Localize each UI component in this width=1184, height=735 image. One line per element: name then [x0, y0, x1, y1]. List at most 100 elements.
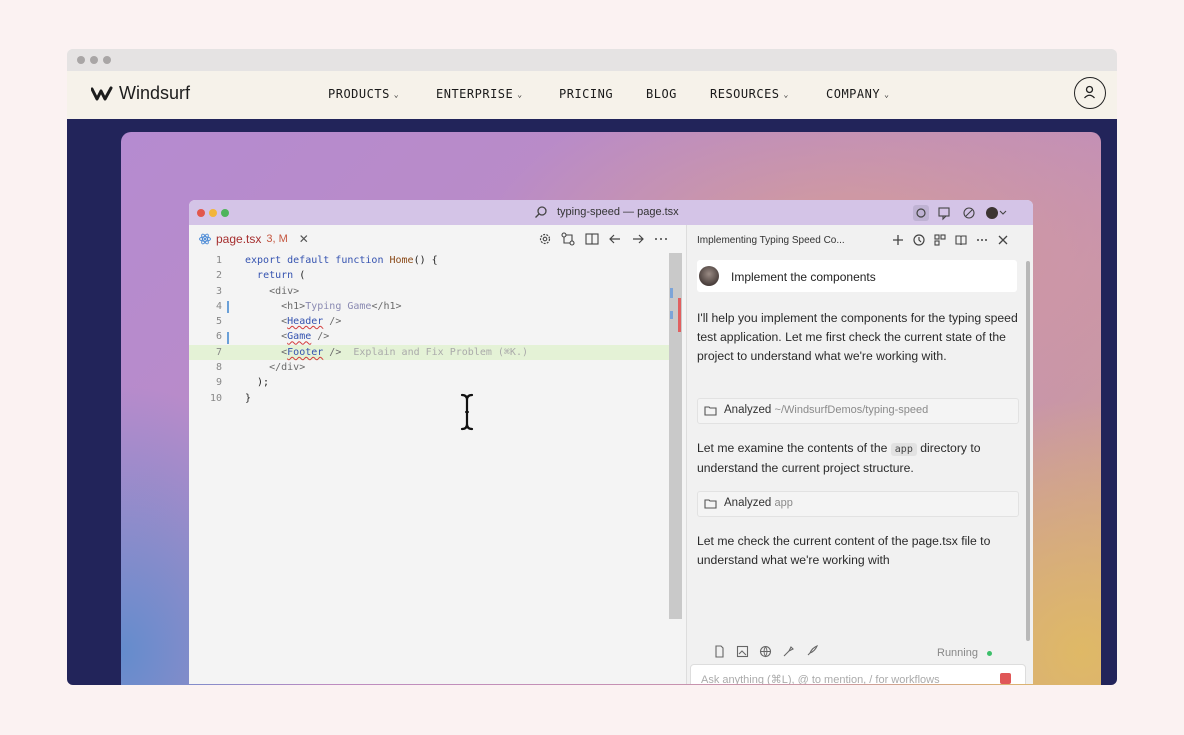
tab-status: 3, M	[266, 233, 288, 245]
gear-icon[interactable]	[537, 231, 553, 247]
brand-name: Windsurf	[119, 83, 191, 103]
chat-toggle-icon[interactable]	[937, 205, 953, 221]
maximize-dot[interactable]	[221, 209, 229, 217]
code-line: 10}	[209, 392, 252, 404]
avatar	[699, 266, 719, 286]
ide-titlebar: typing-speed — page.tsx	[189, 200, 1033, 225]
tool-path: app	[774, 497, 793, 509]
gutter-change-marker	[227, 301, 229, 313]
gutter-change-marker	[227, 332, 229, 344]
editor-tab[interactable]: page.tsx 3, M ✕	[199, 232, 309, 246]
image-icon[interactable]	[736, 645, 749, 658]
hero-section: typing-speed — page.tsx page.tsx 3, M ✕ …	[67, 119, 1117, 685]
account-button[interactable]	[1074, 77, 1106, 109]
extensions-icon[interactable]	[933, 233, 947, 247]
user-message: Implement the components	[697, 260, 1017, 292]
status-indicator	[987, 651, 992, 656]
close-icon[interactable]	[996, 233, 1010, 247]
status-text: Running	[937, 647, 978, 659]
assistant-reply: I'll help you implement the components f…	[697, 311, 1018, 363]
inline-hint[interactable]: Explain and Fix Problem (⌘K.)	[353, 347, 528, 358]
stop-button[interactable]	[1000, 673, 1011, 684]
nav-resources[interactable]: RESOURCES ⌄	[710, 87, 789, 101]
ide-window-title: typing-speed — page.tsx	[557, 206, 679, 218]
chat-toolbar	[713, 645, 818, 658]
code-line-highlighted: 7 <Footer /> Explain and Fix Problem (⌘K…	[189, 344, 669, 361]
logo[interactable]: Windsurf	[91, 83, 190, 104]
code-line: 6 <Game />	[215, 331, 330, 343]
folder-search-icon	[704, 499, 717, 509]
react-file-icon	[199, 233, 211, 245]
code-line: 9 );	[215, 377, 270, 389]
chat-input-box[interactable]	[690, 664, 1026, 684]
chat-title: Implementing Typing Speed Co...	[697, 235, 845, 246]
rocket-icon[interactable]	[805, 645, 818, 658]
browser-chrome	[67, 49, 1117, 71]
code-line: 1 export default function Home() {	[215, 255, 438, 266]
nav-pricing[interactable]: PRICING	[559, 87, 613, 101]
tab-filename: page.tsx	[216, 232, 262, 246]
more-icon[interactable]	[653, 231, 669, 247]
arrow-right-icon[interactable]	[630, 231, 646, 247]
tool-label: Analyzed	[724, 497, 772, 509]
history-icon[interactable]	[912, 233, 926, 247]
inline-code: app	[890, 443, 917, 456]
scrollbar-marker	[670, 288, 673, 298]
chat-panel: Implementing Typing Speed Co... Implemen…	[686, 225, 1033, 684]
window-dot[interactable]	[90, 56, 98, 64]
chevron-down-icon: ⌄	[783, 90, 789, 99]
tool-path: ~/WindsurfDemos/typing-speed	[774, 404, 929, 416]
window-dot[interactable]	[103, 56, 111, 64]
search-icon[interactable]	[534, 205, 548, 219]
code-line: 4 <h1>Typing Game</h1>	[215, 300, 402, 312]
plus-icon[interactable]	[891, 233, 905, 247]
minimize-dot[interactable]	[209, 209, 217, 217]
user-message-text: Implement the components	[731, 270, 876, 284]
profile-avatar-icon[interactable]	[985, 205, 1009, 221]
chat-header: Implementing Typing Speed Co...	[687, 225, 1033, 255]
tools-icon[interactable]	[782, 645, 795, 658]
windsurf-settings-icon[interactable]	[913, 205, 929, 221]
sync-icon[interactable]	[961, 205, 977, 221]
split-editor-icon[interactable]	[584, 231, 600, 247]
chat-input[interactable]	[699, 673, 993, 684]
code-editor[interactable]: page.tsx 3, M ✕ 1 export default functio…	[189, 225, 682, 684]
code-line: 2 return (	[215, 270, 306, 282]
ide-window: typing-speed — page.tsx page.tsx 3, M ✕ …	[189, 200, 1033, 684]
scrollbar-error-marker	[678, 298, 681, 332]
code-line: 8 </div>	[215, 362, 306, 374]
tool-call-analyzed[interactable]: Analyzed app	[697, 491, 1019, 517]
user-icon	[1084, 85, 1095, 99]
scrollbar-marker	[670, 311, 673, 319]
more-icon[interactable]	[975, 233, 989, 247]
chevron-down-icon: ⌄	[393, 90, 400, 99]
assistant-reply: Let me check the current content of the …	[697, 534, 991, 567]
book-icon[interactable]	[954, 233, 968, 247]
nav-blog[interactable]: BLOG	[646, 87, 677, 101]
site-nav: Windsurf PRODUCTS ⌄ ENTERPRISE ⌄ PRICING B…	[67, 71, 1117, 119]
window-dot[interactable]	[77, 56, 85, 64]
nav-enterprise[interactable]: ENTERPRISE ⌄	[436, 87, 523, 101]
editor-tabbar: page.tsx 3, M ✕	[189, 225, 682, 251]
globe-icon[interactable]	[759, 645, 772, 658]
nav-products[interactable]: PRODUCTS ⌄	[328, 87, 399, 101]
tool-label: Analyzed	[724, 404, 772, 416]
text-cursor-icon	[460, 393, 474, 431]
code-area[interactable]: 1 export default function Home() { 2 retu…	[189, 253, 669, 406]
arrow-left-icon[interactable]	[607, 231, 623, 247]
assistant-reply: Let me examine the contents of the app d…	[697, 441, 981, 475]
chevron-down-icon: ⌄	[884, 90, 890, 99]
close-icon[interactable]: ✕	[299, 232, 309, 246]
code-line: 3 <div>	[215, 285, 300, 297]
file-icon[interactable]	[713, 645, 726, 658]
chat-scrollbar[interactable]	[1026, 261, 1030, 641]
compare-changes-icon[interactable]	[560, 231, 576, 247]
chevron-down-icon: ⌄	[517, 90, 523, 99]
nav-company[interactable]: COMPANY ⌄	[826, 87, 889, 101]
close-dot[interactable]	[197, 209, 205, 217]
tool-call-analyzed[interactable]: Analyzed ~/WindsurfDemos/typing-speed	[697, 398, 1019, 424]
code-line: 5 <Header />	[215, 316, 342, 328]
folder-search-icon	[704, 406, 717, 416]
windsurf-logo-icon	[91, 86, 113, 100]
browser-window: Windsurf PRODUCTS ⌄ ENTERPRISE ⌄ PRICING B…	[67, 49, 1117, 685]
